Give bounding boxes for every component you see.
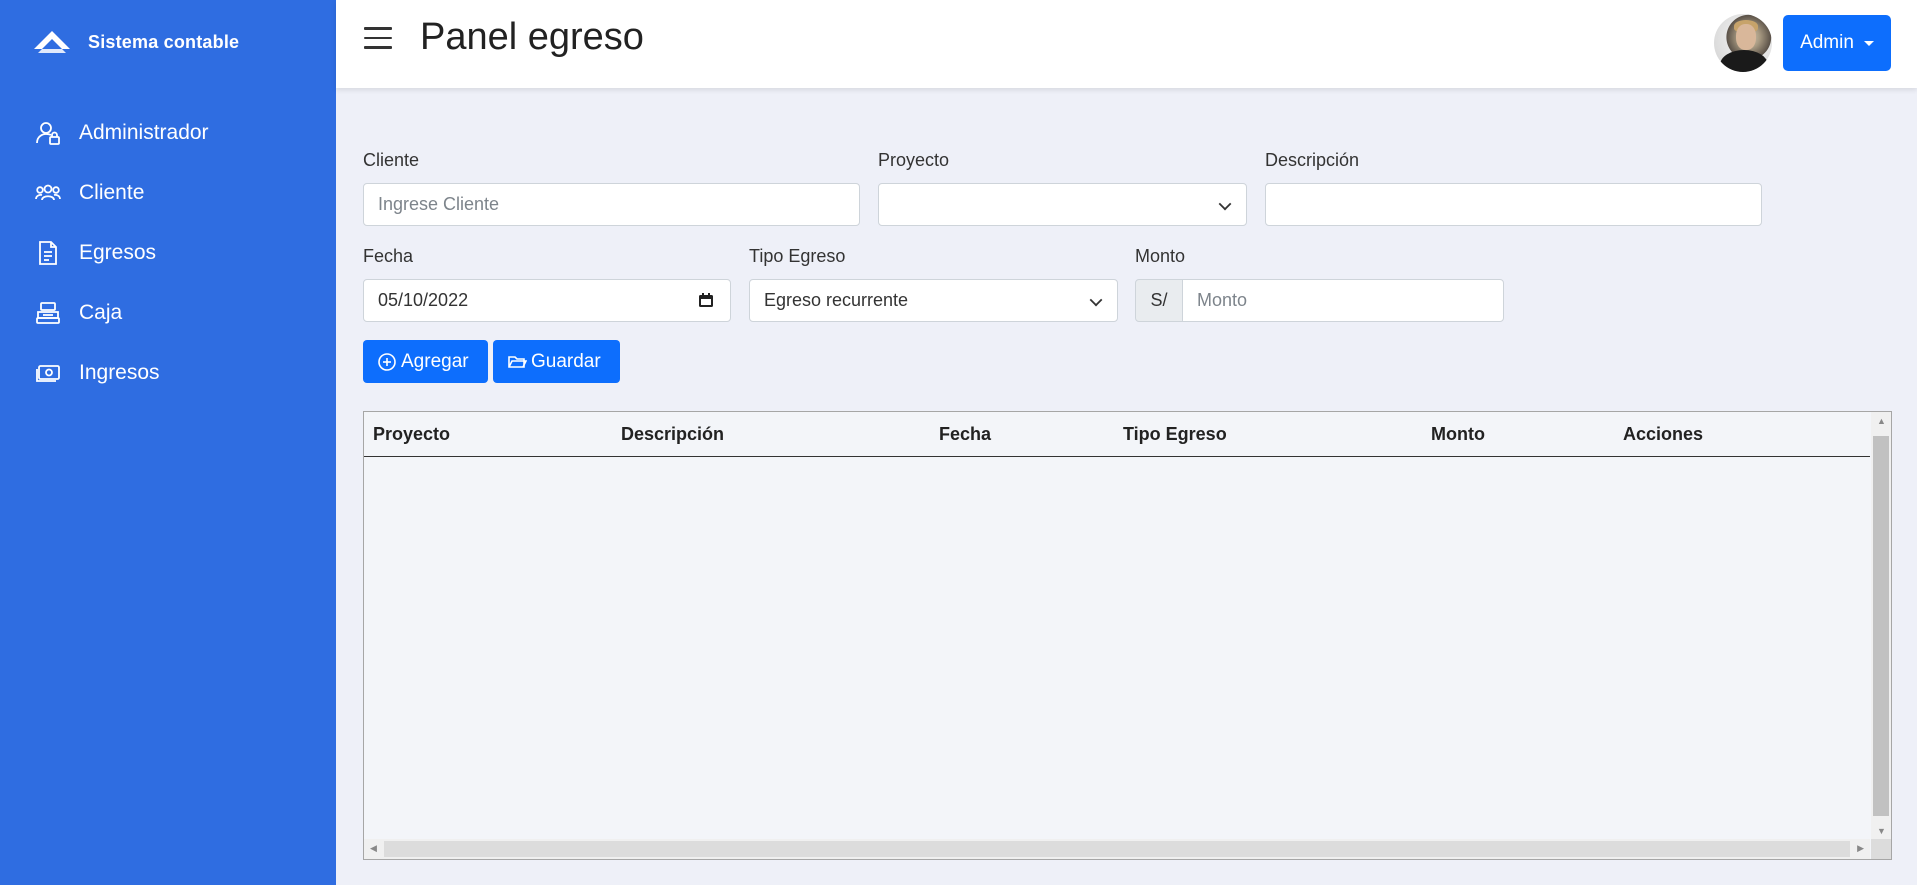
sidebar-nav: Administrador Cliente Egresos Caja Ingre… [0,103,336,403]
agregar-label: Agregar [401,350,469,372]
chevron-down-icon [1218,197,1232,211]
user-lock-icon [35,120,61,146]
cliente-input[interactable]: Ingrese Cliente [363,183,860,226]
vertical-scroll-thumb[interactable] [1873,436,1889,816]
chevron-down-icon [1089,293,1103,307]
column-header-proyecto: Proyecto [373,424,451,444]
fecha-value: 05/10/2022 [378,290,469,310]
egresos-table: Proyecto Descripción Fecha Tipo Egreso M… [363,411,1892,860]
sidebar-item-label: Administrador [79,121,209,144]
sidebar-item-label: Caja [79,301,123,324]
scroll-right-arrow-icon[interactable]: ▶ [1857,843,1864,854]
monto-label: Monto [1135,246,1186,266]
plus-circle-icon [378,352,396,371]
column-header-acciones: Acciones [1623,424,1704,444]
monto-input[interactable]: Monto [1182,279,1504,322]
agregar-button[interactable]: Agregar [363,340,488,383]
tipo-egreso-select[interactable]: Egreso recurrente [749,279,1118,322]
scrollbar-corner [1871,839,1891,859]
users-icon [35,180,61,206]
descripcion-input[interactable] [1265,183,1762,226]
sidebar: Sistema contable Administrador Cliente E… [0,0,336,885]
column-header-fecha: Fecha [939,424,992,444]
sidebar-item-caja[interactable]: Caja [0,283,336,343]
calendar-icon[interactable] [698,292,714,308]
table-header: Proyecto Descripción Fecha Tipo Egreso M… [364,412,1870,457]
scroll-up-arrow-icon[interactable]: ▲ [1877,416,1886,426]
sidebar-item-administrador[interactable]: Administrador [0,103,336,163]
column-header-tipo-egreso: Tipo Egreso [1123,424,1227,444]
scroll-left-arrow-icon[interactable]: ◀ [370,843,377,854]
sidebar-item-ingresos[interactable]: Ingresos [0,343,336,403]
descripcion-label: Descripción [1265,150,1360,170]
cash-register-icon [35,300,61,326]
proyecto-select[interactable] [878,183,1247,226]
folder-open-icon [508,355,527,368]
vertical-scrollbar[interactable]: ▲ ▼ [1871,412,1891,840]
money-icon [35,360,61,386]
admin-dropdown-button[interactable]: Admin [1783,15,1891,71]
caret-down-icon [1863,40,1874,46]
fecha-input[interactable]: 05/10/2022 [363,279,731,322]
sidebar-item-label: Egresos [79,241,157,264]
horizontal-scroll-thumb[interactable] [384,841,1850,857]
column-header-monto: Monto [1431,424,1485,444]
sidebar-item-egresos[interactable]: Egresos [0,223,336,283]
sidebar-item-cliente[interactable]: Cliente [0,163,336,223]
avatar[interactable] [1714,14,1772,72]
column-header-descripcion: Descripción [621,424,725,444]
logo-icon [34,31,70,53]
tipo-egreso-value: Egreso recurrente [764,290,909,310]
page-title: Panel egreso [420,16,644,58]
currency-prefix: S/ [1135,279,1183,322]
brand-name: Sistema contable [88,31,240,52]
sidebar-item-label: Ingresos [79,361,160,384]
tipo-egreso-label: Tipo Egreso [749,246,846,266]
scroll-down-arrow-icon[interactable]: ▼ [1877,826,1886,836]
horizontal-scrollbar[interactable]: ◀ ▶ [364,839,1870,859]
guardar-label: Guardar [531,350,601,372]
proyecto-label: Proyecto [878,150,950,170]
sidebar-item-label: Cliente [79,181,145,204]
admin-button-label: Admin [1800,32,1854,53]
brand[interactable]: Sistema contable [32,20,239,64]
menu-toggle-icon[interactable] [364,27,392,51]
topbar: Panel egreso Admin [336,0,1917,88]
fecha-label: Fecha [363,246,414,266]
guardar-button[interactable]: Guardar [493,340,620,383]
cliente-label: Cliente [363,150,420,170]
document-icon [35,240,61,266]
